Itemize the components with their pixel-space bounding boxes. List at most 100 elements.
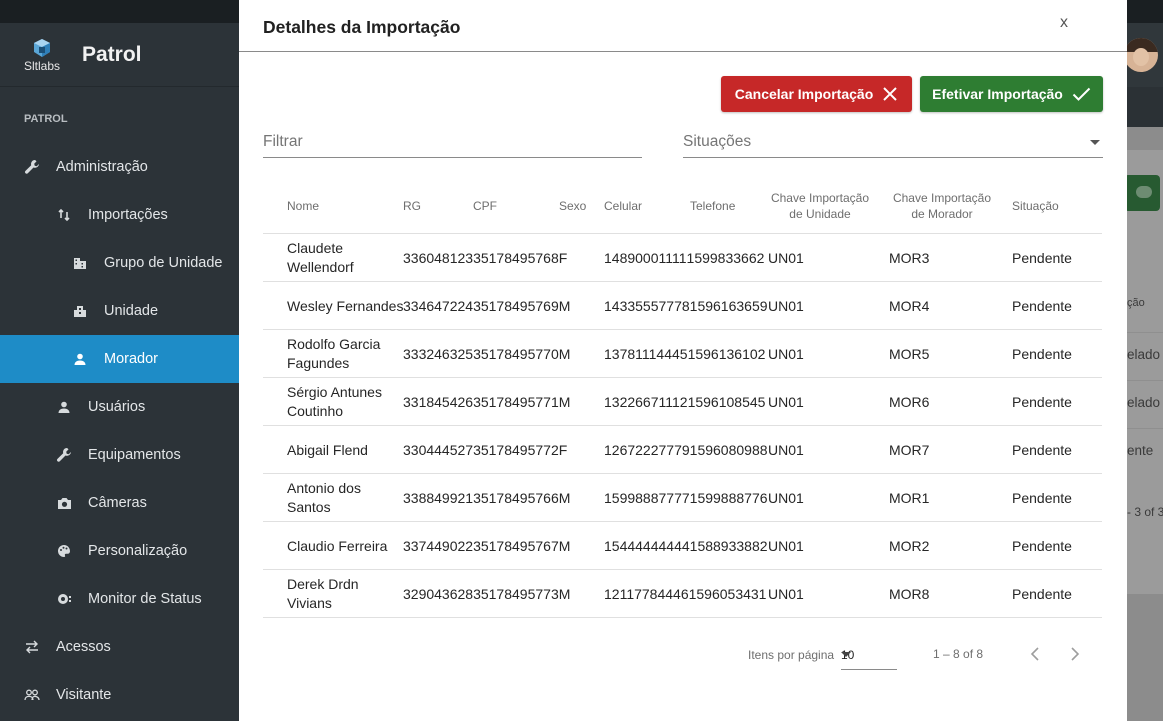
import-table: Nome RG CPF Sexo Celular Telefone Chave … <box>263 180 1102 618</box>
cell-rg: 336048123 <box>403 249 474 266</box>
cell-chave-unidade: UN01 <box>768 537 804 554</box>
cell-nome: Sérgio Antunes Coutinho <box>287 384 382 419</box>
cell-chave-unidade: UN01 <box>768 345 804 362</box>
cell-situacao: Pendente <box>1012 345 1072 362</box>
sidebar-item-label: Morador <box>104 351 158 367</box>
sidebar-item-label: Equipamentos <box>88 447 181 463</box>
avatar[interactable] <box>1124 38 1158 72</box>
sidebar-item-equipamentos[interactable]: Equipamentos <box>0 431 239 479</box>
sidebar-item-morador[interactable]: Morador <box>0 335 239 383</box>
cancel-import-button[interactable]: Cancelar Importação <box>721 76 912 112</box>
cell-telefone: 1596080988 <box>689 441 768 458</box>
cell-rg: 337449022 <box>403 537 474 554</box>
logo: Sltlabs <box>22 33 62 77</box>
sidebar-item-grupo-de-unidade[interactable]: Grupo de Unidade <box>0 239 239 287</box>
cell-telefone: 1596163659 <box>689 297 768 314</box>
cell-celular: 12117784446 <box>604 585 689 602</box>
sidebar-item-label: Câmeras <box>88 495 147 511</box>
sidebar-item-unidade[interactable]: Unidade <box>0 287 239 335</box>
column-header-rg[interactable]: RG <box>403 198 421 214</box>
building-group-icon <box>71 254 89 272</box>
close-button[interactable]: x <box>1054 14 1074 38</box>
chevron-right-icon <box>1071 647 1080 661</box>
next-page-button[interactable] <box>1063 642 1087 666</box>
sidebar-item-administracao[interactable]: Administração <box>0 143 239 191</box>
table-row[interactable]: Antonio dos Santos 338849921 35178495766 M 1… <box>263 474 1102 522</box>
column-header-sexo[interactable]: Sexo <box>559 198 586 214</box>
sidebar-item-visitante[interactable]: Visitante <box>0 671 239 719</box>
monitor-status-icon <box>55 590 73 608</box>
cell-chave-morador: MOR2 <box>889 537 930 554</box>
status-select[interactable]: Situações <box>683 128 1103 158</box>
column-header-situacao[interactable]: Situação <box>1012 198 1059 214</box>
cell-telefone: 1599888776 <box>689 489 768 506</box>
download-button[interactable] <box>1124 175 1160 211</box>
peek-cell: elado <box>1127 395 1161 410</box>
items-per-page-label: Itens por página <box>748 648 835 662</box>
page-size-select[interactable]: 10 <box>841 644 897 670</box>
column-header-cpf[interactable]: CPF <box>473 198 497 214</box>
import-arrows-icon <box>55 206 73 224</box>
divider <box>239 51 1127 52</box>
sidebar-item-cameras[interactable]: Câmeras <box>0 479 239 527</box>
dialog-title: Detalhes da Importação <box>263 17 461 37</box>
cell-telefone: 1599833662 <box>686 249 765 266</box>
column-header-chave-unidade[interactable]: Chave Importação de Unidade <box>765 190 875 222</box>
sidebar-item-acessos[interactable]: Acessos <box>0 623 239 671</box>
cell-sexo: M <box>558 393 571 410</box>
cell-nome: Derek Drdn Vivians <box>287 576 359 611</box>
cell-sexo: M <box>558 585 571 602</box>
camera-icon <box>55 494 73 512</box>
peek-paginator: - 3 of 3 <box>1127 505 1163 519</box>
sidebar-item-personalizacao[interactable]: Personalização <box>0 527 239 575</box>
cell-chave-morador: MOR8 <box>889 585 930 602</box>
sidebar-item-label: Monitor de Status <box>88 591 202 607</box>
column-header-celular[interactable]: Celular <box>604 198 642 214</box>
cell-situacao: Pendente <box>1012 249 1072 266</box>
divider <box>1127 380 1163 381</box>
logo-text: Sltlabs <box>23 58 61 73</box>
table-row[interactable]: Claudio Ferreira 337449022 35178495767 M 154… <box>263 522 1102 570</box>
sidebar-item-label: Visitante <box>56 687 112 703</box>
palette-icon <box>55 542 73 560</box>
cell-chave-unidade: UN01 <box>768 249 804 266</box>
cell-sexo: M <box>558 489 571 506</box>
person-icon <box>71 350 89 368</box>
column-header-telefone[interactable]: Telefone <box>690 198 735 214</box>
table-row[interactable]: Wesley Fernandes 334647224 35178495769 M 143… <box>263 282 1102 330</box>
sidebar-item-label: Administração <box>56 159 148 175</box>
filter-input[interactable] <box>263 128 642 154</box>
cell-nome: Rodolfo Garcia Fagundes <box>287 336 381 371</box>
column-header-line: Chave Importação <box>770 191 870 205</box>
cell-nome: Wesley Fernandes <box>287 297 404 314</box>
table-row[interactable]: Abigail Flend 330444527 35178495772 F 126722… <box>263 426 1102 474</box>
column-header-nome[interactable]: Nome <box>287 198 319 214</box>
sidebar-item-label: Acessos <box>56 639 111 655</box>
sidebar-item-label: Grupo de Unidade <box>104 255 223 271</box>
cell-chave-unidade: UN01 <box>768 393 804 410</box>
swap-arrows-icon <box>23 638 41 656</box>
sidebar-item-usuarios[interactable]: Usuários <box>0 383 239 431</box>
cell-situacao: Pendente <box>1012 585 1072 602</box>
table-row[interactable]: Rodolfo Garcia Fagundes 333246325 35178495… <box>263 330 1102 378</box>
filter-field <box>263 128 642 158</box>
cell-telefone: 1596053431 <box>688 585 767 602</box>
table-row[interactable]: Claudete Wellendorf 336048123 35178495768 F… <box>263 234 1102 282</box>
cell-chave-unidade: UN01 <box>768 297 804 314</box>
peek-column-header: ção <box>1127 297 1145 309</box>
sidebar-item-importacoes[interactable]: Importações <box>0 191 239 239</box>
previous-page-button[interactable] <box>1023 642 1047 666</box>
cell-cpf: 35178495772 <box>473 441 559 458</box>
confirm-import-button[interactable]: Efetivar Importação <box>920 76 1103 112</box>
cell-chave-morador: MOR3 <box>889 249 930 266</box>
check-icon <box>1072 87 1091 101</box>
brand-name: Patrol <box>82 42 142 66</box>
background-card <box>1127 150 1163 594</box>
logo-cube-icon <box>34 38 50 57</box>
cell-situacao: Pendente <box>1012 393 1072 410</box>
cell-telefone: 1596108545 <box>687 393 766 410</box>
table-row[interactable]: Sérgio Antunes Coutinho 331845426 35178495… <box>263 378 1102 426</box>
sidebar-item-monitor-de-status[interactable]: Monitor de Status <box>0 575 239 623</box>
column-header-chave-morador[interactable]: Chave Importação de Morador <box>887 190 997 222</box>
table-row[interactable]: Derek Drdn Vivians 329043628 35178495773 M 1… <box>263 570 1102 618</box>
